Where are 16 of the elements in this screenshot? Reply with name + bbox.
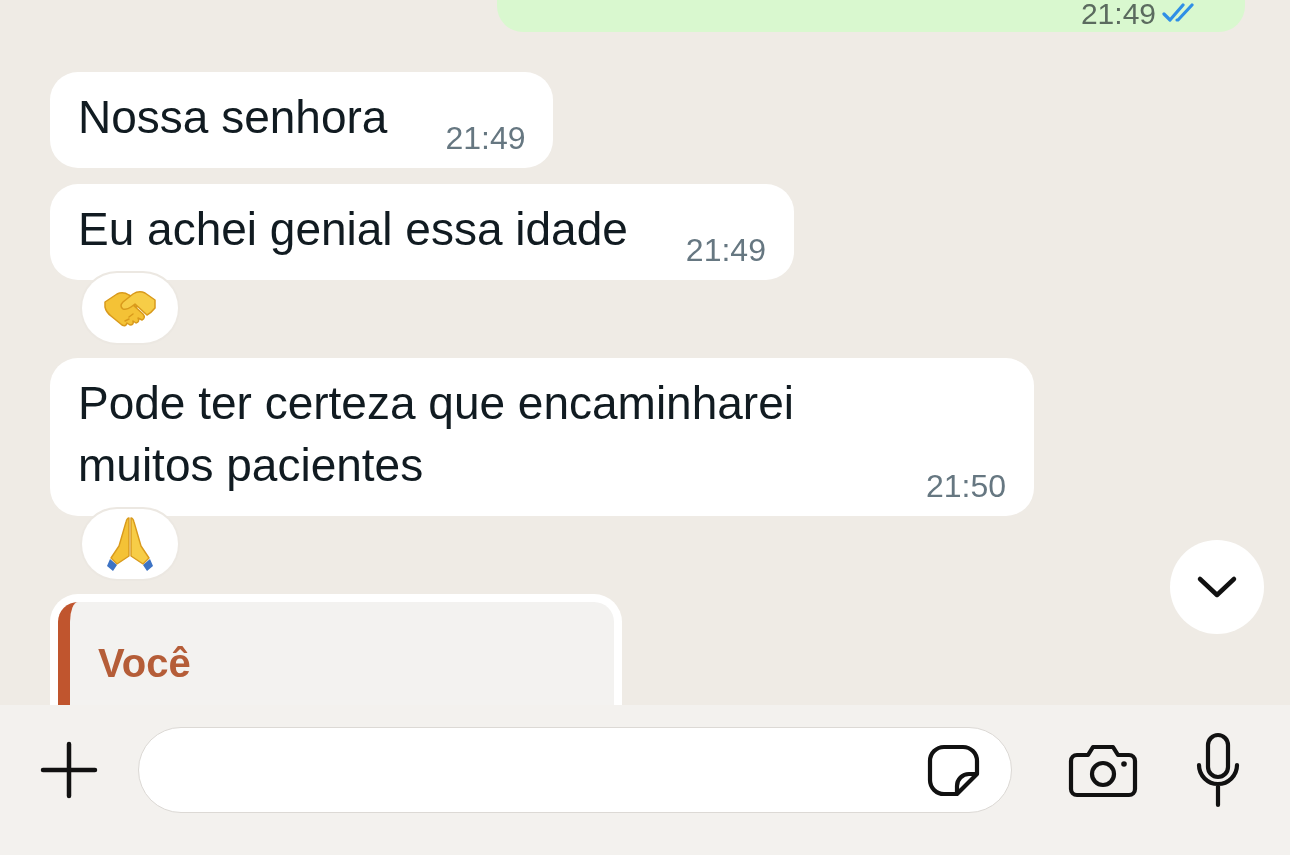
- handshake-icon: [103, 288, 157, 328]
- sticker-icon[interactable]: [926, 742, 981, 798]
- message-time: 21:49: [445, 119, 526, 158]
- message-text: Nossa senhora: [78, 90, 388, 145]
- microphone-icon[interactable]: [1195, 732, 1241, 808]
- message-text: Pode ter certeza que encaminharei muitos pacientes: [78, 376, 795, 493]
- message-time: 21:49: [1080, 0, 1156, 28]
- message-text: Eu achei genial essa idade: [78, 202, 628, 257]
- quoted-message[interactable]: Você: [58, 602, 614, 705]
- message-time: 21:49: [685, 231, 766, 270]
- plus-icon[interactable]: [40, 741, 98, 799]
- folded-hands-icon: [107, 516, 153, 572]
- camera-icon[interactable]: [1068, 742, 1138, 798]
- message-time: 21:50: [926, 467, 1007, 506]
- chevron-down-icon: [1196, 575, 1238, 599]
- quote-author: Você: [98, 640, 192, 687]
